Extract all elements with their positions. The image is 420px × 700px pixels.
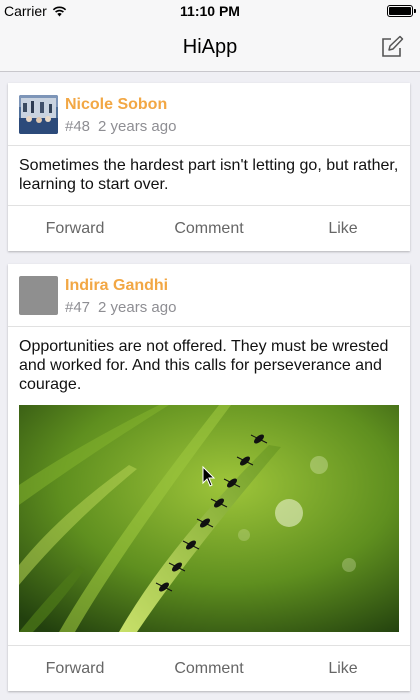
post-meta: #48 2 years ago (65, 118, 176, 135)
comment-button[interactable]: Comment (142, 646, 276, 691)
post-header: Indira Gandhi #47 2 years ago (8, 264, 410, 327)
post-actions: Forward Comment Like (8, 645, 410, 691)
post-time: 2 years ago (98, 118, 177, 135)
comment-button[interactable]: Comment (142, 206, 276, 251)
navbar: HiApp (0, 22, 420, 72)
compose-icon (382, 35, 404, 57)
post-time: 2 years ago (98, 299, 177, 316)
post-header: Nicole Sobon #48 2 years ago (8, 83, 410, 146)
avatar-photo (19, 95, 58, 134)
post-text: Sometimes the hardest part isn't letting… (19, 157, 399, 193)
avatar[interactable] (19, 276, 58, 315)
battery-level (389, 7, 411, 15)
post-actions: Forward Comment Like (8, 205, 410, 251)
post-image[interactable] (19, 405, 399, 632)
status-bar: Carrier 11:10 PM (0, 0, 420, 22)
post-number: #47 (65, 299, 91, 316)
post-card: Indira Gandhi #47 2 years ago Opportuniti… (8, 264, 410, 691)
post-meta: #47 2 years ago (65, 299, 176, 316)
post-card: Nicole Sobon #48 2 years ago Sometimes th… (8, 83, 410, 251)
status-time: 11:10 PM (180, 3, 240, 19)
author-name[interactable]: Nicole Sobon (65, 96, 167, 114)
post-number: #48 (65, 118, 91, 135)
like-button[interactable]: Like (276, 646, 410, 691)
author-name[interactable]: Indira Gandhi (65, 277, 168, 295)
battery-icon (387, 5, 416, 17)
forward-button[interactable]: Forward (8, 206, 142, 251)
forward-button[interactable]: Forward (8, 646, 142, 691)
nav-title: HiApp (182, 36, 238, 58)
avatar[interactable] (19, 95, 58, 134)
feed[interactable]: Nicole Sobon #48 2 years ago Sometimes th… (0, 73, 420, 700)
post-text: Opportunities are not offered. They must… (19, 338, 389, 393)
like-button[interactable]: Like (276, 206, 410, 251)
compose-button[interactable] (380, 35, 404, 59)
